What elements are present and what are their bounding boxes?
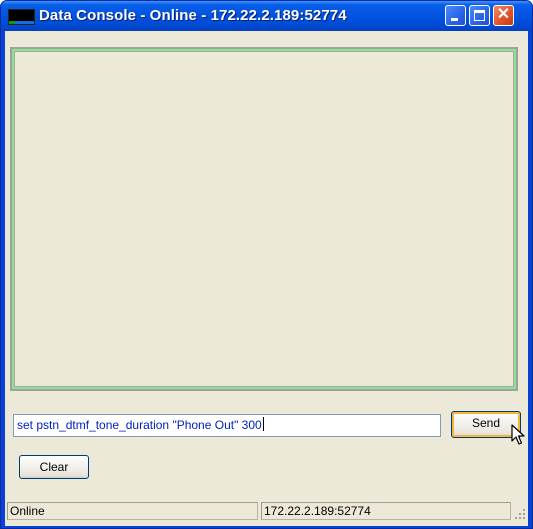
data-console-window: Data Console - Online - 172.22.2.189:527… xyxy=(0,0,533,529)
close-icon: ✕ xyxy=(496,6,511,23)
mouse-pointer-icon xyxy=(511,424,525,445)
maximize-button[interactable] xyxy=(469,5,490,26)
command-input[interactable]: set pstn_dtmf_tone_duration "Phone Out" … xyxy=(13,414,441,437)
close-button[interactable]: ✕ xyxy=(493,5,514,26)
maximize-icon xyxy=(474,10,485,21)
clear-button[interactable]: Clear xyxy=(19,455,89,479)
console-output-frame xyxy=(10,47,518,391)
client-area: set pstn_dtmf_tone_duration "Phone Out" … xyxy=(5,31,528,526)
status-state: Online xyxy=(7,502,258,520)
command-input-text: set pstn_dtmf_tone_duration "Phone Out" … xyxy=(17,418,262,432)
minimize-icon xyxy=(451,18,458,21)
app-console-icon[interactable] xyxy=(8,9,35,25)
status-bar: Online 172.22.2.189:52774 xyxy=(5,500,528,522)
title-bar[interactable]: Data Console - Online - 172.22.2.189:527… xyxy=(1,1,532,31)
status-address: 172.22.2.189:52774 xyxy=(261,502,511,520)
console-output[interactable] xyxy=(14,51,514,387)
resize-grip-icon[interactable] xyxy=(514,508,526,520)
window-title: Data Console - Online - 172.22.2.189:527… xyxy=(39,7,347,24)
text-caret xyxy=(262,417,264,431)
minimize-button[interactable] xyxy=(445,5,466,26)
